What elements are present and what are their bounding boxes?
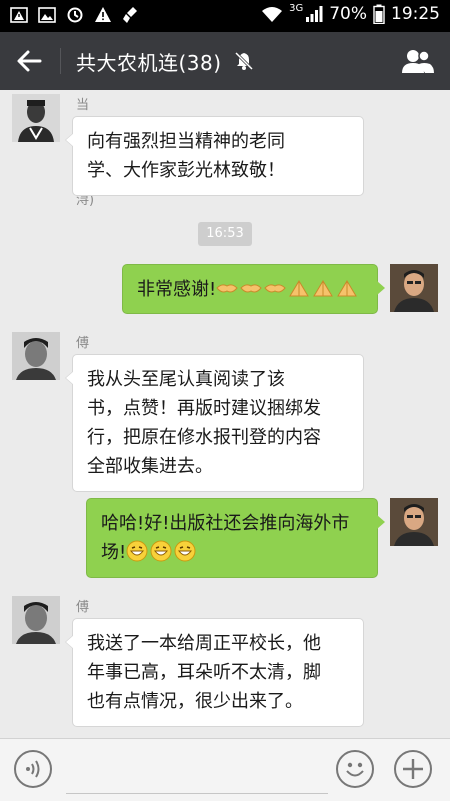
message-line: 也有点情况，很少出来了。	[87, 691, 303, 712]
message-line: 全部收集进去。	[87, 456, 213, 477]
chat-header: 共大农机连(38)	[0, 32, 450, 90]
network-type: 3G	[289, 2, 304, 14]
message-bubble[interactable]: 哈哈!好!出版社还会推向海外市 场!	[86, 498, 385, 578]
message-line: 我送了一本给周正平校长，他	[87, 633, 321, 654]
handshake-emoji-icon	[240, 284, 262, 293]
grin-emoji-icon	[126, 540, 148, 562]
emoji-group	[216, 279, 360, 300]
wifi-icon	[262, 7, 283, 22]
message-bubble[interactable]: 我送了一本给周正平校长，他 年事已高，耳朵听不太清，脚 也有点情况，很少出来了。	[65, 618, 364, 727]
message-line: 向有强烈担当精神的老同	[87, 131, 285, 152]
plus-sign-icon	[403, 759, 423, 779]
chat-title: 共大农机连(38)	[76, 51, 222, 75]
message-bubble[interactable]: 非常感谢!	[122, 264, 385, 314]
emoji-group	[126, 540, 198, 563]
plus-icon[interactable]	[394, 750, 432, 788]
notification-icons	[10, 6, 140, 24]
voice-icon[interactable]	[14, 750, 52, 788]
message-bubble[interactable]: 向有强烈担当精神的老同 学、大作家彭光林致敬！	[65, 116, 364, 196]
message-bubble[interactable]: 我从头至尾认真阅读了该 书，点赞！再版时建议捆绑发 行，把原在修水报刊登的内容 …	[65, 354, 364, 492]
muted-bell-icon	[234, 51, 254, 71]
handshake-emoji-icon	[216, 284, 238, 293]
bow-emoji-icon	[337, 280, 358, 297]
back-arrow-icon[interactable]	[12, 47, 48, 75]
signal-icon	[306, 6, 323, 22]
message-line: 书，点赞！再版时建议捆绑发	[87, 398, 321, 419]
voice-wave-icon	[26, 760, 40, 778]
handshake-emoji-icon	[264, 284, 286, 293]
smiley-icon	[346, 762, 364, 777]
clock: 19:25	[391, 4, 440, 24]
status-bar: 3G 70% 19:25	[0, 0, 450, 32]
cleaner-icon	[123, 7, 137, 23]
avatar[interactable]	[390, 498, 438, 546]
message-line: 我从头至尾认真阅读了该	[87, 369, 285, 390]
avatar[interactable]	[12, 596, 60, 644]
header-divider	[60, 48, 61, 74]
message-input[interactable]	[66, 749, 328, 794]
message-line: 场!	[101, 538, 363, 567]
input-bar	[0, 738, 450, 801]
avatar[interactable]	[12, 94, 60, 142]
timestamp: 16:53	[198, 222, 252, 246]
bow-emoji-icon	[313, 280, 334, 297]
status-right: 3G 70% 19:25	[261, 2, 440, 24]
gallery-icon	[38, 7, 56, 23]
message-line: 行，把原在修水报刊登的内容	[87, 427, 321, 448]
avatar[interactable]	[12, 332, 60, 380]
message-line: 年事已高，耳朵听不太清，脚	[87, 662, 321, 683]
grin-emoji-icon	[174, 540, 196, 562]
alert-icon	[95, 7, 111, 22]
message-line: 学、大作家彭光林致敬！	[87, 160, 285, 181]
group-members-icon[interactable]	[400, 47, 436, 75]
sync-icon	[67, 7, 83, 23]
grin-emoji-icon	[150, 540, 172, 562]
message-text: 非常感谢!	[137, 279, 217, 300]
message-line: 哈哈!好!出版社还会推向海外市	[101, 513, 350, 534]
battery-icon	[373, 4, 385, 24]
avatar[interactable]	[390, 264, 438, 312]
emoji-icon[interactable]	[336, 750, 374, 788]
bow-emoji-icon	[289, 280, 310, 297]
warning-image-icon	[10, 7, 28, 23]
battery-percent: 70%	[329, 4, 367, 24]
